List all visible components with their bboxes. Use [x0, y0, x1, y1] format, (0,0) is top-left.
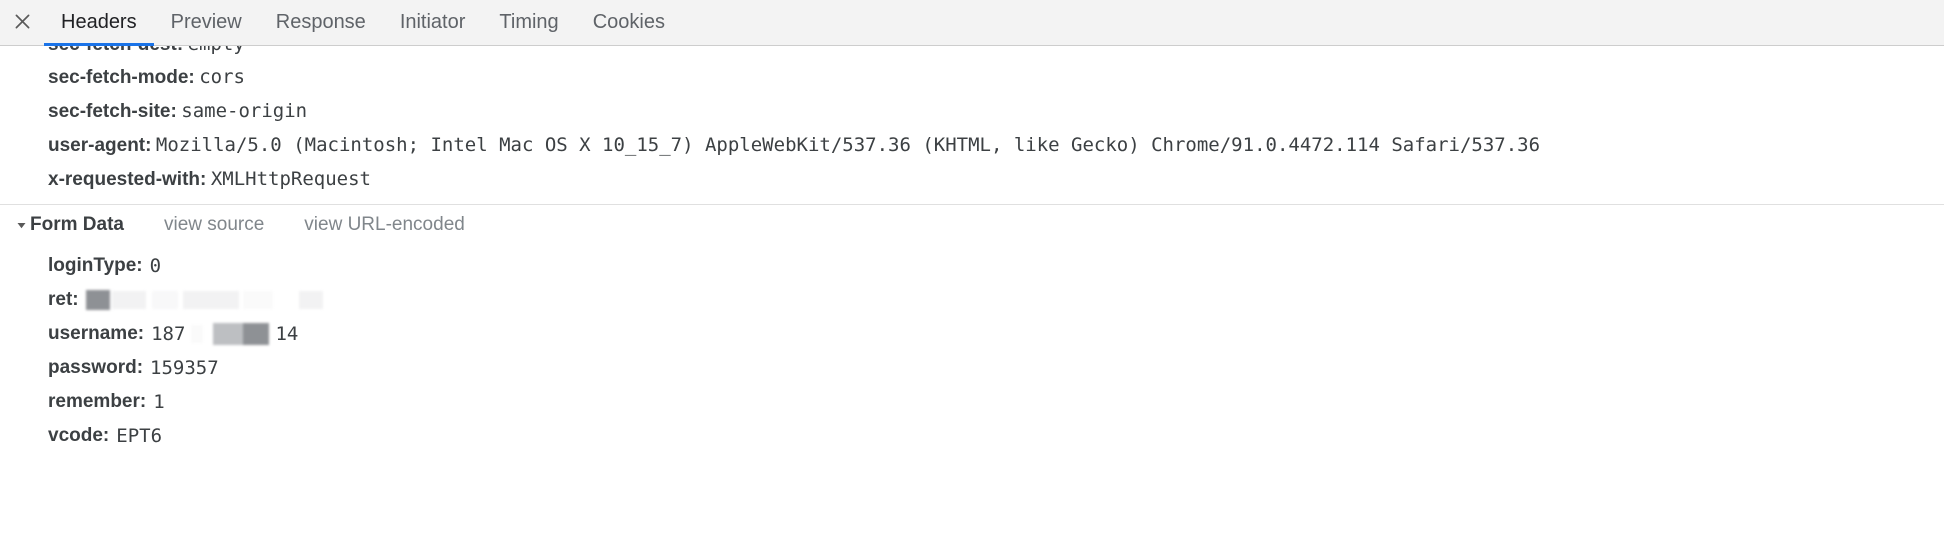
tab-response[interactable]: Response [259, 0, 383, 45]
redaction-block [151, 291, 178, 309]
tab-cookies-label: Cookies [592, 11, 665, 33]
form-data-row[interactable]: vcode: EPT6 [0, 419, 1944, 453]
form-data-value: 159357 [150, 351, 219, 385]
form-data-key: remember: [48, 391, 147, 412]
request-headers-list: sec-fetch-mode: cors sec-fetch-site: sam… [0, 46, 1944, 196]
form-data-title[interactable]: Form Data [30, 214, 124, 236]
view-source-link[interactable]: view source [164, 214, 264, 236]
devtools-network-request-panel: Headers Preview Response Initiator Timin… [0, 0, 1944, 560]
form-data-value-text: 159357 [150, 357, 219, 379]
redaction-block [182, 291, 239, 309]
form-data-value: 0 [150, 249, 161, 283]
form-data-value-text: 1 [153, 391, 165, 413]
form-data-value-prefix: 187 [151, 323, 186, 345]
tab-preview-label: Preview [170, 11, 242, 33]
tab-headers[interactable]: Headers [44, 0, 154, 46]
header-value: Mozilla/5.0 (Macintosh; Intel Mac OS X 1… [155, 134, 1541, 156]
header-row[interactable]: sec-fetch-mode: cors [0, 60, 1944, 94]
form-data-value-text: 0 [149, 255, 162, 277]
header-row[interactable]: user-agent: Mozilla/5.0 (Macintosh; Inte… [0, 128, 1944, 162]
headers-scroll-container[interactable]: sec-fetch-dest: empty sec-fetch-mode: co… [0, 46, 1944, 560]
clipped-header-name: sec-fetch-dest: [48, 46, 183, 55]
tab-cookies[interactable]: Cookies [576, 0, 682, 45]
redaction-block [85, 290, 110, 310]
form-data-row[interactable]: password: 159357 [0, 351, 1944, 385]
header-name: sec-fetch-mode: [48, 67, 195, 88]
clipped-header-value: empty [188, 46, 245, 55]
redaction-overlay [191, 323, 270, 345]
tab-list: Headers Preview Response Initiator Timin… [44, 0, 682, 46]
redaction-block [111, 291, 146, 309]
redaction-block [243, 323, 270, 345]
redaction-block [213, 323, 244, 345]
header-row[interactable]: x-requested-with: XMLHttpRequest [0, 162, 1944, 196]
form-data-value-suffix: 14 [275, 323, 299, 345]
form-data-value-redacted [85, 290, 323, 310]
form-data-value-text: EPT6 [116, 425, 163, 447]
form-data-value: 1 [153, 385, 164, 419]
tab-initiator-label: Initiator [399, 11, 466, 33]
header-value: XMLHttpRequest [210, 168, 371, 190]
redaction-overlay [85, 290, 323, 310]
form-data-key: ret: [48, 289, 79, 310]
view-url-encoded-link[interactable]: view URL-encoded [304, 214, 465, 236]
triangle-down-icon[interactable] [14, 218, 28, 232]
form-data-row[interactable]: username: 187 14 [0, 317, 1944, 351]
form-data-section-header: Form Data view source view URL-encoded [0, 205, 1944, 245]
header-name: sec-fetch-site: [48, 101, 177, 122]
form-data-row[interactable]: remember: 1 [0, 385, 1944, 419]
form-data-key: username: [48, 323, 145, 344]
header-name: x-requested-with: [48, 169, 207, 190]
tab-initiator[interactable]: Initiator [383, 0, 483, 45]
redaction-block [191, 325, 204, 343]
tab-headers-label: Headers [61, 11, 137, 33]
tab-preview[interactable]: Preview [154, 0, 259, 45]
header-value: same-origin [181, 100, 308, 122]
header-name: user-agent: [48, 135, 152, 156]
form-data-key: password: [48, 357, 144, 378]
request-detail-tabbar: Headers Preview Response Initiator Timin… [0, 0, 1944, 46]
form-data-list: loginType: 0 ret: username: 187 14 passw… [0, 245, 1944, 453]
form-data-value-redacted: 187 14 [151, 317, 298, 351]
header-row[interactable]: sec-fetch-site: same-origin [0, 94, 1944, 128]
header-value: cors [199, 66, 245, 88]
redaction-block [242, 291, 273, 309]
form-data-key: vcode: [48, 425, 110, 446]
form-data-key: loginType: [48, 255, 143, 276]
tab-timing-label: Timing [499, 11, 559, 33]
form-data-row[interactable]: ret: [0, 283, 1944, 317]
tab-response-label: Response [275, 11, 366, 33]
close-icon[interactable] [0, 0, 44, 45]
form-data-value: EPT6 [116, 419, 162, 453]
tab-timing[interactable]: Timing [482, 0, 575, 45]
form-data-row[interactable]: loginType: 0 [0, 249, 1944, 283]
clipped-header-row: sec-fetch-dest: empty [48, 46, 245, 59]
redaction-block [298, 291, 323, 309]
